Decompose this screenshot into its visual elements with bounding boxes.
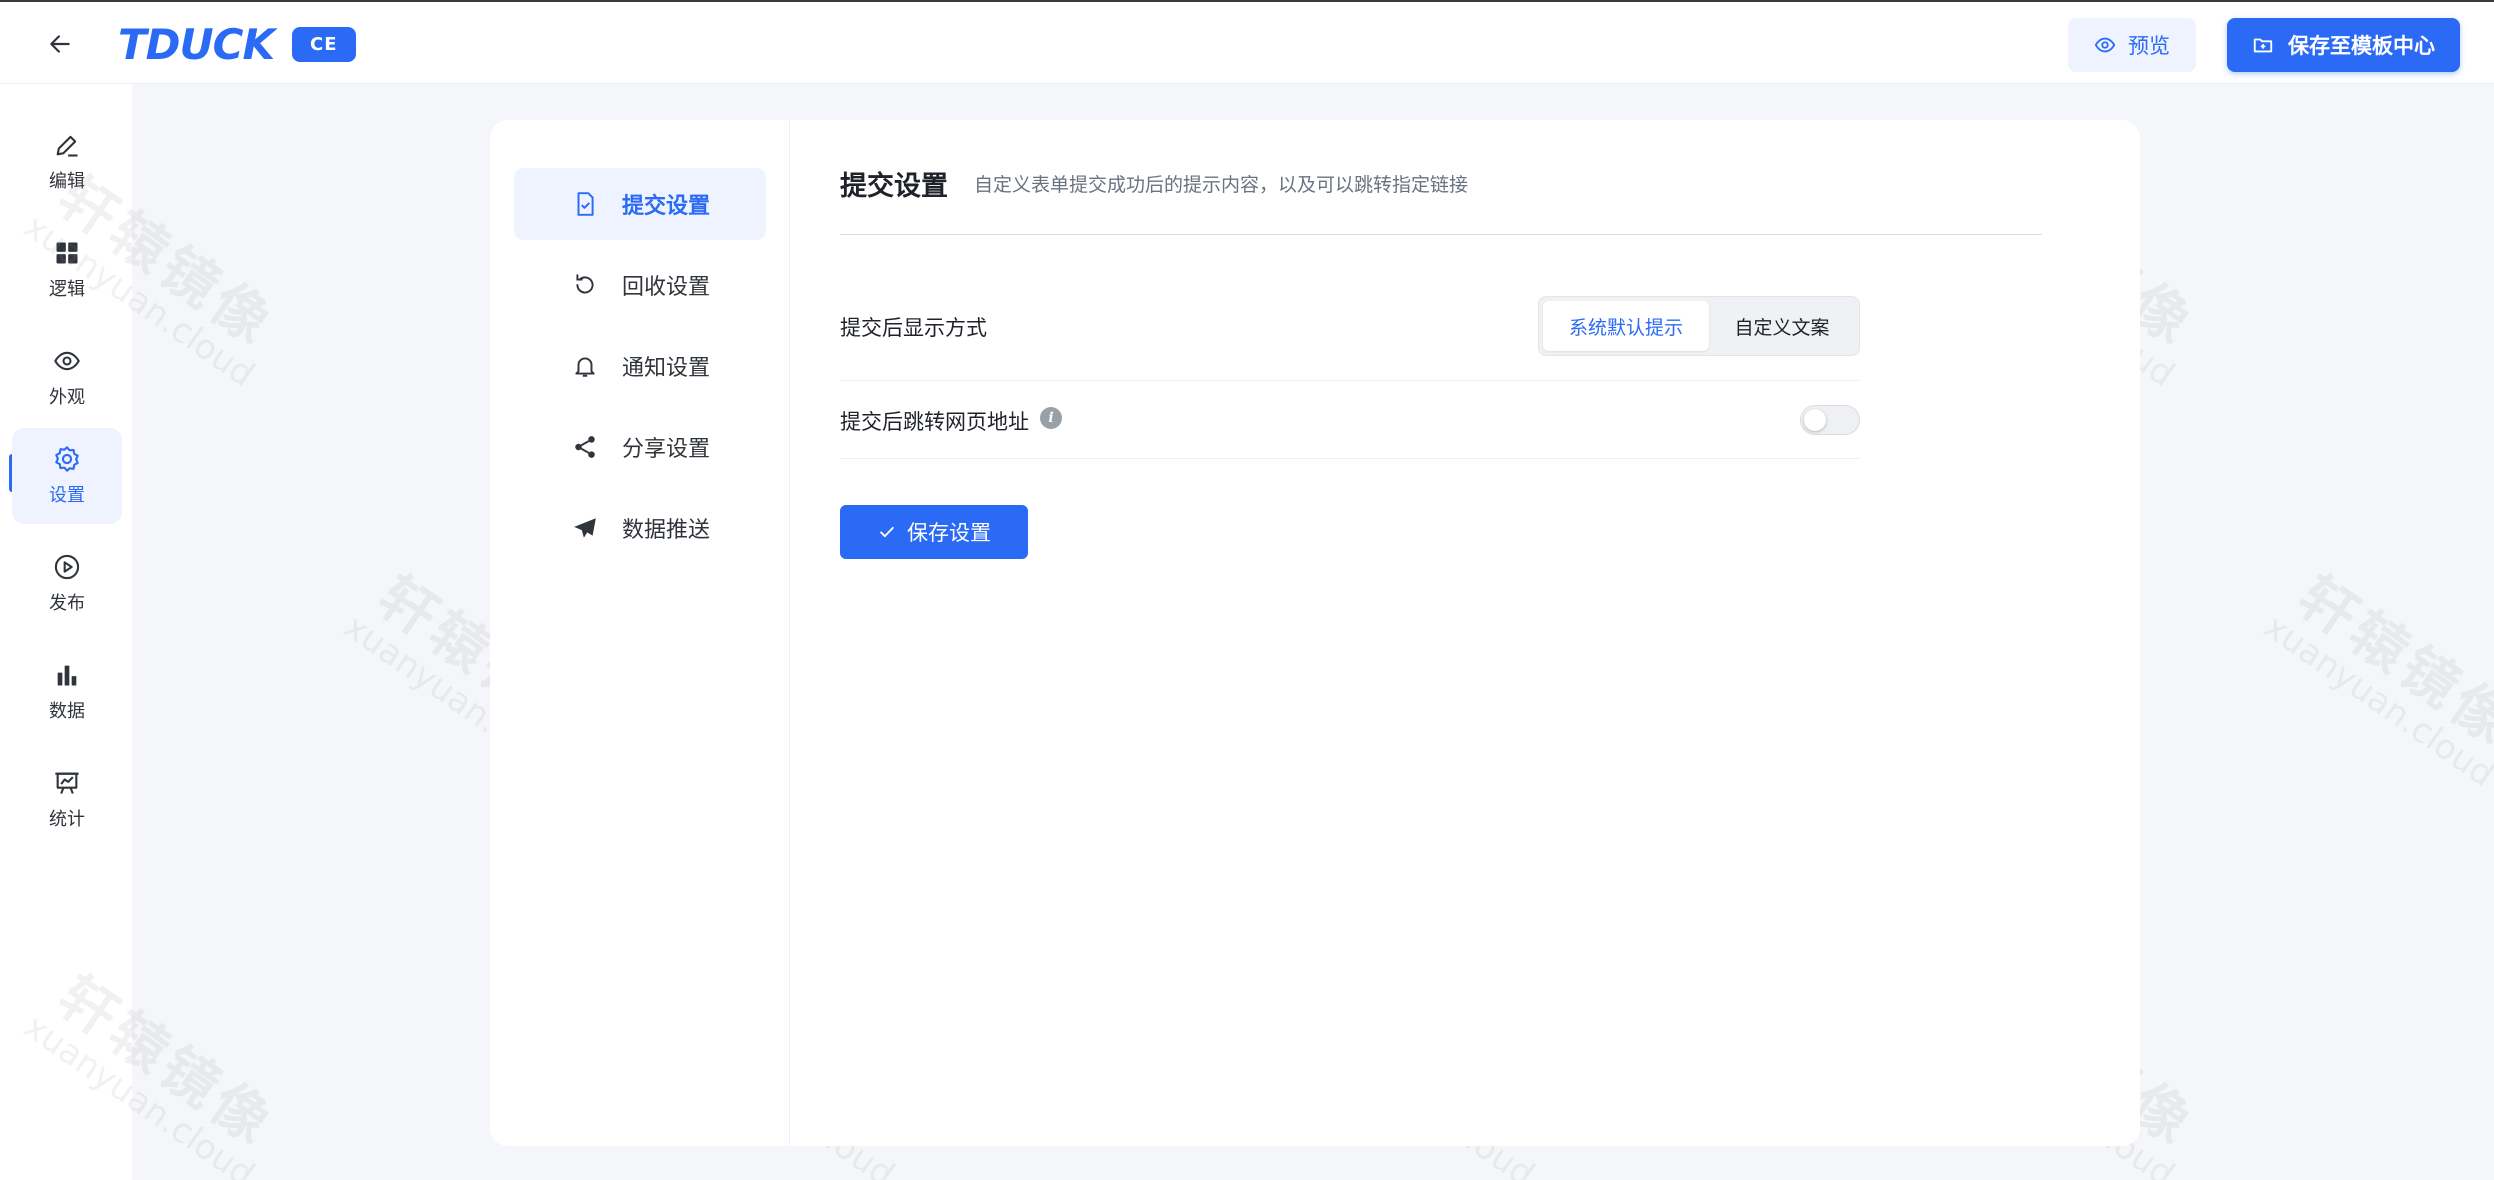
sidebar-item-label: 统计 [49, 809, 85, 830]
subnav-item-label: 提交设置 [622, 194, 711, 219]
logo-text: TDUCK [118, 20, 275, 69]
share-icon [572, 434, 598, 460]
sidebar-item-data[interactable]: 数据 [12, 644, 122, 740]
sidebar-item-label: 数据 [49, 701, 85, 722]
watermark: 轩辕镜像xuanyuan.cloud [2256, 564, 2494, 795]
top-header: TDUCK CE 预览 保存至模板中心 [0, 0, 2494, 84]
subnav-item-label: 通知设置 [622, 356, 711, 381]
subnav-item-recycle-settings[interactable]: 回收设置 [514, 249, 766, 321]
redirect-toggle[interactable] [1800, 405, 1860, 435]
bell-icon [572, 353, 598, 379]
sidebar-item-settings[interactable]: 设置 [12, 428, 122, 524]
sidebar-item-appearance[interactable]: 外观 [12, 330, 122, 426]
page-title: 提交设置 [840, 171, 948, 202]
bar-chart-icon [57, 665, 77, 686]
display-mode-option-default[interactable]: 系统默认提示 [1543, 301, 1709, 351]
info-icon[interactable]: i [1040, 407, 1062, 429]
sidebar-item-edit[interactable]: 编辑 [12, 114, 122, 210]
arrow-left-icon [50, 35, 70, 53]
sidebar-item-logic[interactable]: 逻辑 [12, 222, 122, 318]
sidebar-item-statistics[interactable]: 统计 [12, 752, 122, 848]
grid-icon [56, 242, 78, 264]
save-settings-button[interactable]: 保存设置 [840, 505, 1028, 559]
subnav-item-label: 分享设置 [622, 437, 711, 462]
sidebar-item-label: 外观 [49, 387, 85, 408]
pencil-icon [56, 135, 78, 157]
sidebar-item-label: 设置 [49, 485, 85, 506]
sidebar-item-label: 逻辑 [49, 279, 85, 300]
send-icon [572, 515, 598, 541]
refresh-icon [572, 272, 598, 298]
eye-icon [54, 351, 80, 371]
subnav-item-notification-settings[interactable]: 通知设置 [514, 330, 766, 402]
display-mode-option-custom[interactable]: 自定义文案 [1709, 301, 1855, 351]
gear-icon [55, 446, 79, 472]
play-circle-icon [54, 554, 80, 580]
logo-badge: CE [292, 27, 356, 62]
check-icon [880, 526, 894, 538]
sidebar-item-label: 编辑 [49, 171, 85, 192]
eye-icon [2094, 37, 2116, 53]
subnav-item-submit-settings[interactable]: 提交设置 [514, 168, 766, 240]
sidebar-item-publish[interactable]: 发布 [12, 536, 122, 632]
sidebar-item-label: 发布 [49, 593, 85, 614]
title-divider [840, 234, 2042, 235]
display-mode-segmented: 系统默认提示 自定义文案 [1538, 296, 1860, 356]
subnav-item-label: 数据推送 [622, 518, 711, 543]
row-divider [840, 458, 1860, 459]
settings-card: 提交设置 回收设置 通知设置 分享设置 数据推送 提交设置 自定义表单提交成功后… [490, 120, 2140, 1146]
left-sidebar: 编辑 逻辑 外观 设置 发布 数据 统计 [0, 84, 132, 1180]
subnav-item-share-settings[interactable]: 分享设置 [514, 411, 766, 483]
preview-button[interactable]: 预览 [2068, 18, 2196, 72]
save-to-template-label: 保存至模板中心 [2288, 34, 2435, 58]
folder-plus-icon [2253, 38, 2273, 53]
row-divider [840, 380, 1860, 381]
presentation-icon [55, 772, 79, 794]
settings-subnav: 提交设置 回收设置 通知设置 分享设置 数据推送 [490, 120, 790, 1146]
display-mode-label: 提交后显示方式 [840, 316, 987, 340]
subnav-item-label: 回收设置 [622, 275, 711, 300]
preview-button-label: 预览 [2128, 34, 2170, 58]
file-check-icon [572, 191, 598, 217]
save-to-template-button[interactable]: 保存至模板中心 [2227, 18, 2460, 72]
back-button[interactable] [40, 24, 80, 64]
redirect-label: 提交后跳转网页地址 [840, 410, 1029, 434]
page-description: 自定义表单提交成功后的提示内容，以及可以跳转指定链接 [974, 174, 1469, 196]
save-settings-label: 保存设置 [907, 521, 991, 545]
subnav-item-data-push[interactable]: 数据推送 [514, 492, 766, 564]
logo: TDUCK CE [118, 20, 356, 69]
toggle-knob [1804, 409, 1826, 431]
